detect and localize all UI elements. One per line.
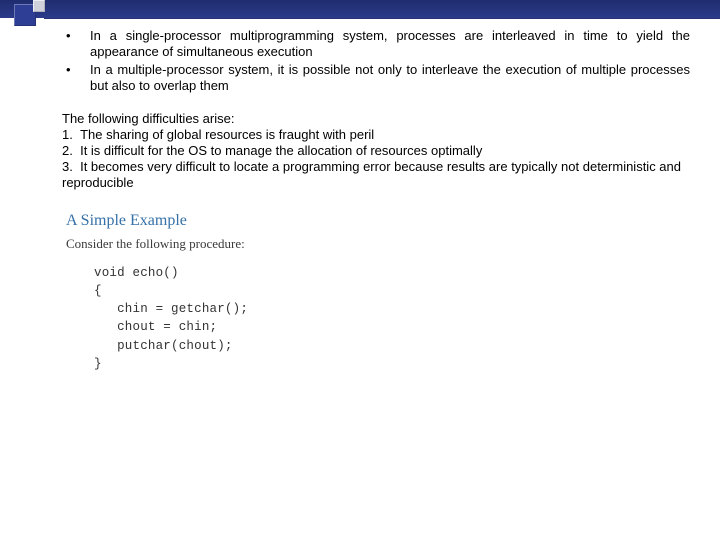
difficulties-intro: The following difficulties arise: <box>62 111 690 127</box>
difficulty-item: 2. It is difficult for the OS to manage … <box>62 143 690 159</box>
slide: • In a single-processor multiprogramming… <box>0 0 720 540</box>
difficulty-item: 3. It becomes very difficult to locate a… <box>62 159 690 191</box>
header-bar <box>0 0 720 18</box>
bullet-row: • In a single-processor multiprogramming… <box>62 28 690 60</box>
decor-square-small <box>33 0 45 12</box>
example-heading: A Simple Example <box>66 211 690 231</box>
example-subheading: Consider the following procedure: <box>66 236 690 252</box>
bullet-dot: • <box>62 28 90 60</box>
bullet-text: In a multiple-processor system, it is po… <box>90 62 690 94</box>
bullet-text: In a single-processor multiprogramming s… <box>90 28 690 60</box>
code-block: void echo() { chin = getchar(); chout = … <box>94 264 690 373</box>
difficulties-block: The following difficulties arise: 1. The… <box>62 111 690 190</box>
difficulty-item: 1. The sharing of global resources is fr… <box>62 127 690 143</box>
slide-body: • In a single-processor multiprogramming… <box>62 28 690 373</box>
bullet-row: • In a multiple-processor system, it is … <box>62 62 690 94</box>
example-block: A Simple Example Consider the following … <box>66 211 690 373</box>
bullet-dot: • <box>62 62 90 94</box>
header-rule <box>44 18 720 19</box>
